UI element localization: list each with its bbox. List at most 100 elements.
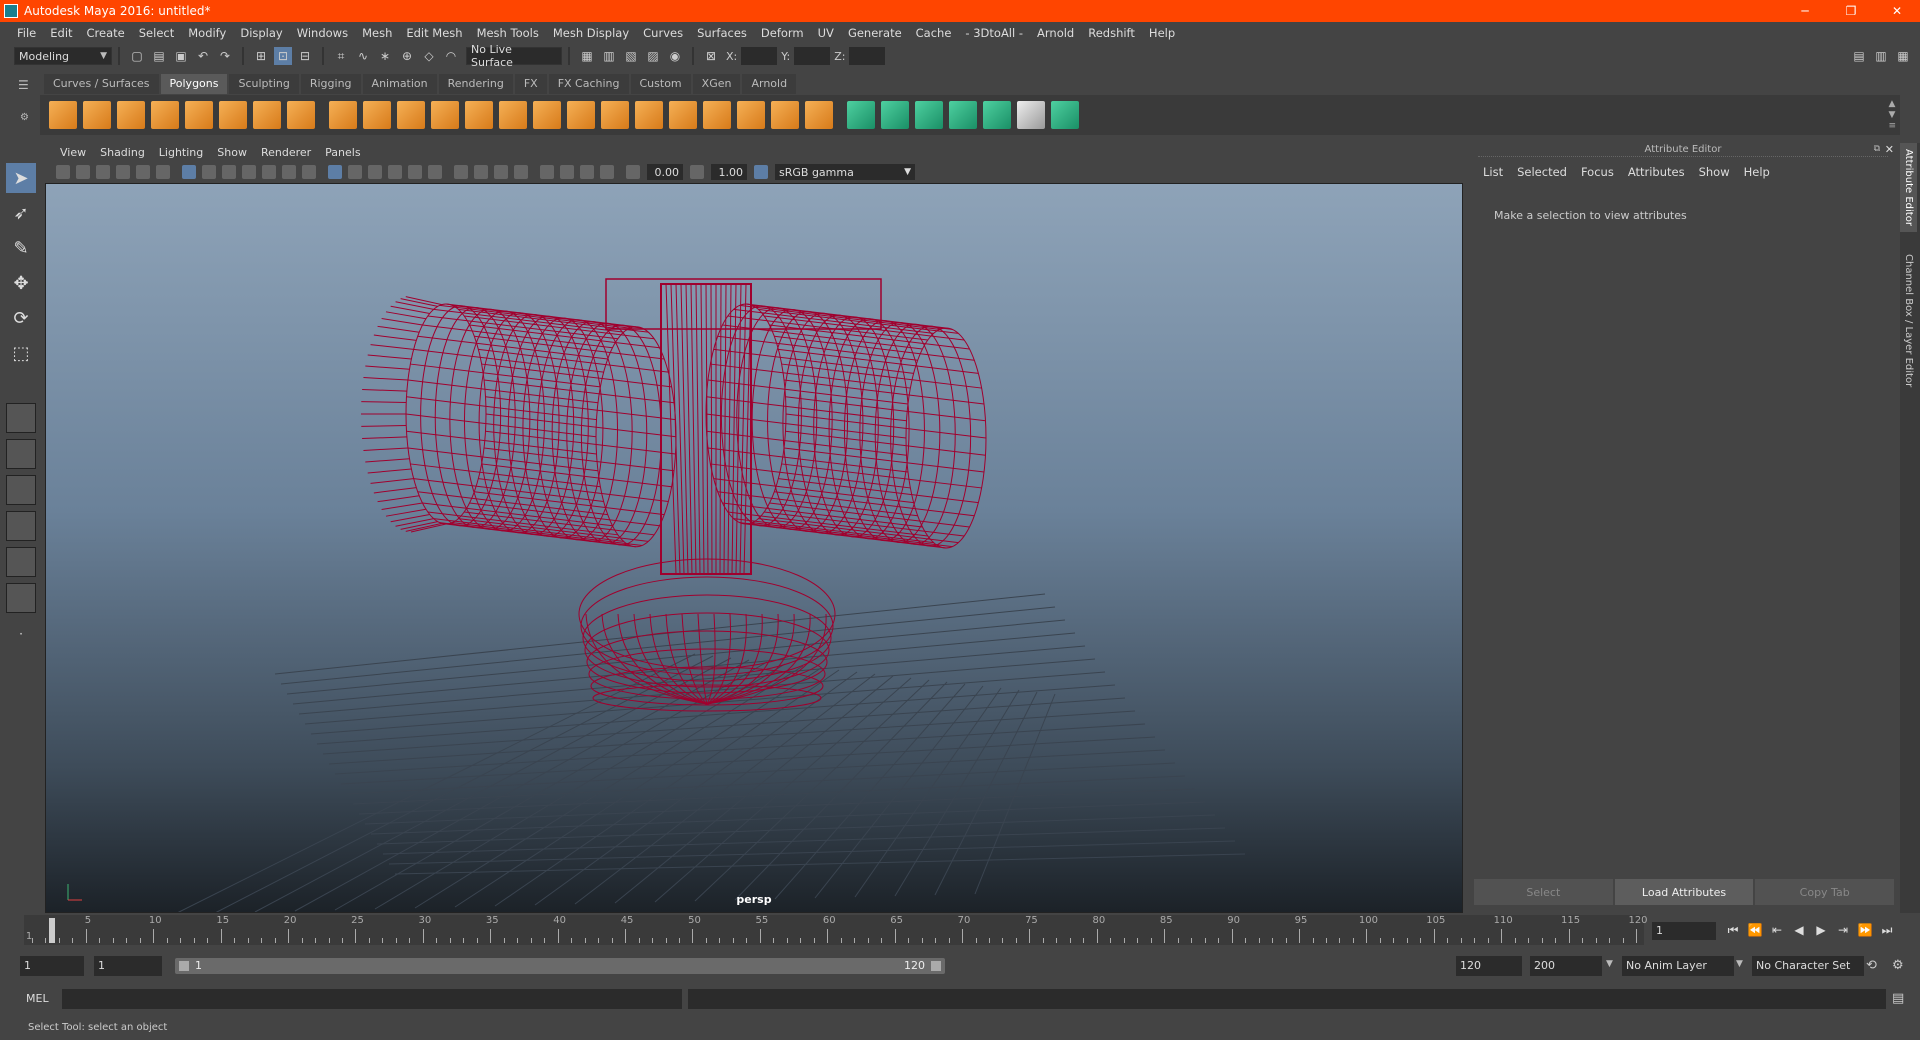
vp-menu-renderer[interactable]: Renderer xyxy=(254,146,318,159)
render-frame-icon[interactable]: ▥ xyxy=(600,47,618,65)
attribute-editor-toggle-icon[interactable]: ▥ xyxy=(1872,47,1890,65)
chevron-down-icon[interactable]: ▼ xyxy=(1606,959,1613,969)
insert-edge-loop-icon[interactable] xyxy=(669,101,697,129)
select-hierarchy-icon[interactable]: ⊞ xyxy=(252,47,270,65)
vp-menu-panels[interactable]: Panels xyxy=(318,146,367,159)
tab-rendering[interactable]: Rendering xyxy=(438,74,513,94)
close-panel-icon[interactable]: ✕ xyxy=(1885,143,1894,156)
bookmark-icon[interactable] xyxy=(96,165,110,179)
play-forwards-icon[interactable]: ▶ xyxy=(1810,920,1832,940)
extrude-icon[interactable] xyxy=(567,101,595,129)
safe-title-icon[interactable] xyxy=(302,165,316,179)
exposure-field[interactable]: 0.00 xyxy=(647,164,683,180)
select-camera-icon[interactable] xyxy=(56,165,70,179)
current-frame-marker[interactable] xyxy=(49,918,55,943)
character-set-dropdown[interactable]: No Character Set xyxy=(1752,956,1864,976)
hypershade-icon[interactable]: ◉ xyxy=(666,47,684,65)
smooth-icon[interactable] xyxy=(431,101,459,129)
persp-uv-layout-icon[interactable] xyxy=(6,583,36,613)
ae-menu-attributes[interactable]: Attributes xyxy=(1621,165,1692,179)
step-forward-key-icon[interactable]: ⇥ xyxy=(1832,920,1854,940)
ae-menu-selected[interactable]: Selected xyxy=(1510,165,1574,179)
isolate-select-icon[interactable] xyxy=(540,165,554,179)
bridge-icon[interactable] xyxy=(601,101,629,129)
perspective-viewport[interactable]: persp xyxy=(45,183,1463,913)
grease-pencil-icon[interactable] xyxy=(156,165,170,179)
snap-surface-icon[interactable]: ◇ xyxy=(420,47,438,65)
planar-uv-icon[interactable] xyxy=(847,101,875,129)
cylindrical-uv-icon[interactable] xyxy=(881,101,909,129)
undo-icon[interactable]: ↶ xyxy=(194,47,212,65)
poly-plane-icon[interactable] xyxy=(185,101,213,129)
animation-preferences-icon[interactable]: ⚙ xyxy=(1892,958,1904,973)
go-to-end-icon[interactable]: ⏭ xyxy=(1876,920,1898,940)
wireframe-on-shaded-icon[interactable] xyxy=(368,165,382,179)
wireframe-icon[interactable] xyxy=(328,165,342,179)
shelf-scroll-icon[interactable]: ▲ ▼ ≡ xyxy=(1888,99,1896,132)
menu-3dtoall[interactable]: - 3DtoAll - xyxy=(958,26,1030,40)
gamma-field[interactable]: 1.00 xyxy=(711,164,747,180)
open-scene-icon[interactable]: ▤ xyxy=(150,47,168,65)
backface-culling-icon[interactable] xyxy=(600,165,614,179)
menu-surfaces[interactable]: Surfaces xyxy=(690,26,754,40)
persp-outliner-layout-icon[interactable] xyxy=(6,475,36,505)
magnet-icon[interactable]: ◠ xyxy=(442,47,460,65)
menu-create[interactable]: Create xyxy=(80,26,132,40)
four-view-layout-icon[interactable] xyxy=(6,439,36,469)
select-object-icon[interactable]: ⊡ xyxy=(274,47,292,65)
x-field[interactable] xyxy=(741,47,778,65)
y-field[interactable] xyxy=(794,47,831,65)
menu-mesh-display[interactable]: Mesh Display xyxy=(546,26,636,40)
step-back-frame-icon[interactable]: ⏪ xyxy=(1744,920,1766,940)
shadows-icon[interactable] xyxy=(428,165,442,179)
textured-icon[interactable] xyxy=(388,165,402,179)
command-language-label[interactable]: MEL xyxy=(26,992,49,1005)
checker-map-icon[interactable] xyxy=(1017,101,1045,129)
auto-key-icon[interactable]: ⟲ xyxy=(1866,958,1877,973)
menu-windows[interactable]: Windows xyxy=(290,26,355,40)
maximize-button[interactable]: ❐ xyxy=(1828,0,1874,22)
extract-icon[interactable] xyxy=(397,101,425,129)
channel-box-toggle-icon[interactable]: ▦ xyxy=(1894,47,1912,65)
tab-attribute-editor[interactable]: Attribute Editor xyxy=(1900,143,1917,232)
snap-grid-icon[interactable]: ⌗ xyxy=(332,47,350,65)
depth-of-field-icon[interactable] xyxy=(514,165,528,179)
bevel-icon[interactable] xyxy=(635,101,663,129)
playback-end-field[interactable]: 120 xyxy=(1456,956,1522,976)
tab-custom[interactable]: Custom xyxy=(630,74,691,94)
menu-generate[interactable]: Generate xyxy=(841,26,909,40)
persp-graph-layout-icon[interactable] xyxy=(6,511,36,541)
tab-fx[interactable]: FX xyxy=(514,74,547,94)
film-gate-icon[interactable] xyxy=(202,165,216,179)
menu-arnold[interactable]: Arnold xyxy=(1030,26,1081,40)
tab-animation[interactable]: Animation xyxy=(362,74,437,94)
new-scene-icon[interactable]: ▢ xyxy=(128,47,146,65)
uv-editor-icon[interactable] xyxy=(1051,101,1079,129)
time-slider[interactable]: 1 5 10 15 20 25 30 35 40 45 50 55 60 65 70 75 80 85 90 95 1… xyxy=(0,915,1920,945)
range-end-handle[interactable] xyxy=(931,961,941,971)
tab-curves-surfaces[interactable]: Curves / Surfaces xyxy=(44,74,159,94)
poly-cone-icon[interactable] xyxy=(151,101,179,129)
vp-menu-show[interactable]: Show xyxy=(210,146,254,159)
z-field[interactable] xyxy=(849,47,886,65)
close-button[interactable]: ✕ xyxy=(1874,0,1920,22)
poly-sphere-icon[interactable] xyxy=(49,101,77,129)
ae-menu-list[interactable]: List xyxy=(1476,165,1510,179)
grid-icon[interactable] xyxy=(182,165,196,179)
fill-hole-icon[interactable] xyxy=(737,101,765,129)
playback-start-field[interactable]: 1 xyxy=(94,956,162,976)
vp-menu-view[interactable]: View xyxy=(53,146,93,159)
modeling-toolkit-icon[interactable]: ▤ xyxy=(1850,47,1868,65)
lasso-tool-icon[interactable]: ➶ xyxy=(6,198,36,228)
menu-display[interactable]: Display xyxy=(233,26,289,40)
field-chart-icon[interactable] xyxy=(262,165,276,179)
paint-select-tool-icon[interactable]: ✎ xyxy=(6,233,36,263)
automatic-uv-icon[interactable] xyxy=(949,101,977,129)
poly-cylinder-icon[interactable] xyxy=(117,101,145,129)
float-panel-icon[interactable]: ⧉ xyxy=(1874,144,1880,154)
gamma-icon[interactable] xyxy=(690,165,704,179)
anti-aliasing-icon[interactable] xyxy=(494,165,508,179)
go-to-start-icon[interactable]: ⏮ xyxy=(1722,920,1744,940)
save-scene-icon[interactable]: ▣ xyxy=(172,47,190,65)
ae-menu-focus[interactable]: Focus xyxy=(1574,165,1621,179)
